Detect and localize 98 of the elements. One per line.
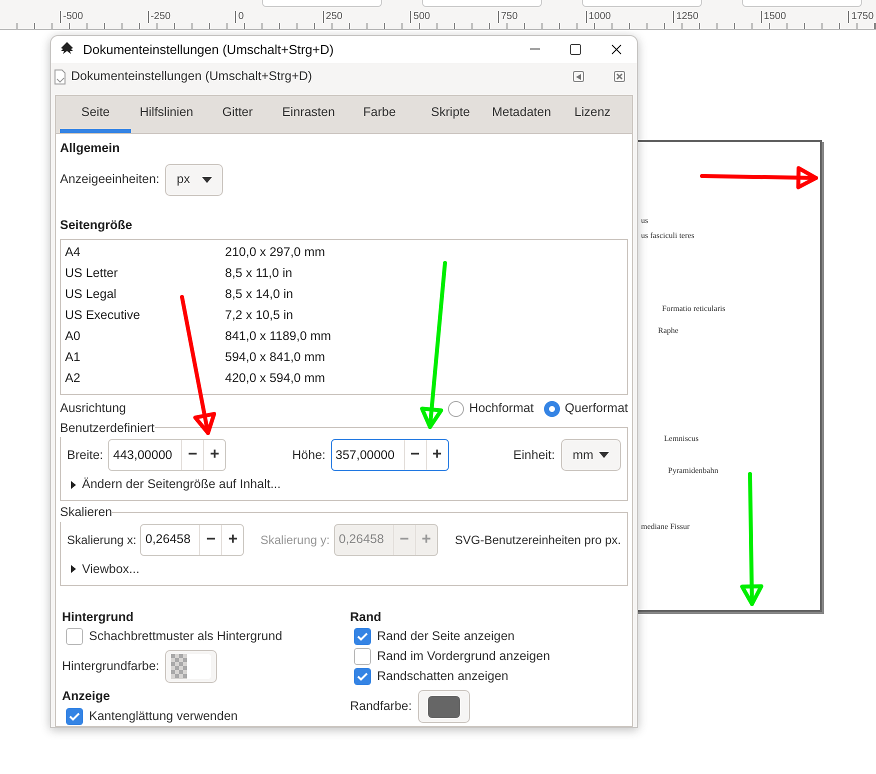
units-dropdown[interactable]: px — [165, 164, 224, 196]
group-legend: Skalieren — [60, 503, 112, 522]
group-legend: Benutzerdefiniert — [60, 418, 155, 438]
page-label: mediane Fissur — [641, 521, 690, 533]
checkmark-icon — [69, 712, 80, 720]
checkbox[interactable] — [354, 648, 371, 665]
radio-label: Querformat — [564, 400, 628, 418]
decrement-button[interactable]: − — [404, 440, 426, 470]
tab[interactable]: Metadaten — [486, 95, 557, 133]
radio-label: Hochformat — [469, 400, 534, 418]
spin-field[interactable]: 0,26458 − + — [140, 524, 244, 556]
list-row[interactable]: A4 210,0 x 297,0 mm — [61, 242, 627, 262]
checkbox-label: Rand im Vordergrund anzeigen — [377, 648, 550, 665]
tab[interactable]: Gitter — [202, 95, 273, 133]
checkbox[interactable] — [66, 628, 83, 645]
page-label: Raphe — [658, 325, 678, 337]
toolbar-field[interactable] — [422, 0, 542, 7]
value-input[interactable]: 0,26458 — [141, 524, 200, 555]
tab[interactable]: Farbe — [344, 95, 415, 133]
toolbar-field[interactable] — [582, 0, 702, 7]
list-row[interactable]: A2 420,0 x 594,0 mm — [61, 368, 627, 388]
checkbox-label: Kantenglättung verwenden — [89, 708, 238, 725]
expander-icon[interactable] — [71, 565, 76, 574]
section-heading: Allgemein — [60, 140, 121, 157]
list-row[interactable]: US Legal 8,5 x 14,0 in — [61, 284, 627, 304]
expander-icon[interactable] — [71, 480, 76, 489]
caret-icon — [599, 452, 610, 458]
checkbox-label: Schachbrettmuster als Hintergrund — [89, 628, 282, 645]
decrement-button[interactable]: − — [181, 440, 204, 470]
ruler-label: 1250 — [673, 11, 698, 23]
color-button[interactable] — [418, 690, 470, 724]
toolbar-field[interactable] — [262, 0, 382, 7]
ruler-label: 1500 — [760, 11, 786, 23]
page-label: Formatio reticularis — [662, 303, 726, 315]
page-label: us — [641, 215, 648, 227]
increment-button[interactable]: + — [203, 440, 226, 470]
checkbox[interactable] — [354, 628, 371, 645]
checkerboard-swatch-icon — [171, 654, 212, 680]
list-row[interactable]: A1 594,0 x 841,0 mm — [61, 346, 627, 368]
field-label: Höhe: — [292, 446, 326, 464]
close-panel-icon[interactable] — [614, 71, 625, 82]
list-row[interactable]: A0 841,0 x 1189,0 mm — [61, 326, 627, 346]
tab[interactable]: Lizenz — [557, 95, 628, 133]
page-label: Pyramidenbahn — [668, 465, 718, 477]
radio-button[interactable] — [448, 400, 464, 416]
tab[interactable]: Hilfslinien — [131, 95, 202, 133]
ruler-label: 750 — [498, 11, 518, 23]
toolbar-field[interactable] — [742, 0, 862, 7]
window-title: Dokumenteinstellungen (Umschalt+Strg+D) — [83, 40, 334, 59]
field-label: Randfarbe: — [350, 698, 412, 716]
value-input[interactable]: 443,00000 — [109, 440, 182, 470]
checkbox[interactable] — [66, 708, 83, 724]
spin-field[interactable]: 443,00000 − + — [108, 439, 226, 472]
ruler-label: -500 — [60, 11, 84, 23]
checkbox[interactable] — [354, 668, 371, 685]
value-input[interactable]: 357,00000 — [332, 440, 404, 470]
orientation-label: Ausrichtung — [60, 400, 128, 418]
caret-icon — [202, 176, 212, 183]
list-row[interactable]: US Executive 7,2 x 10,5 in — [61, 304, 627, 326]
field-label: Hintergrundfarbe: — [62, 658, 160, 676]
panel-title: Dokumenteinstellungen (Umschalt+Strg+D) — [71, 68, 312, 86]
color-button[interactable] — [165, 650, 218, 684]
tab[interactable]: Einrasten — [273, 95, 344, 133]
checkbox-label: Rand der Seite anzeigen — [377, 628, 515, 645]
ruler-label: 1750 — [848, 11, 874, 23]
ruler-label: 250 — [322, 11, 342, 23]
field-label: Skalierung y: — [260, 532, 330, 549]
checkmark-icon — [357, 672, 368, 681]
field-label: Einheit: — [513, 446, 555, 464]
ruler-label: 0 — [235, 11, 244, 23]
dock-icon[interactable] — [573, 71, 584, 82]
checkbox-label: Randschatten anzeigen — [377, 668, 508, 685]
section-heading: Hintergrund — [62, 608, 135, 626]
maximize-icon[interactable] — [569, 42, 582, 56]
unit-dropdown[interactable]: mm — [561, 439, 621, 472]
increment-button[interactable]: + — [426, 440, 448, 470]
ruler-label: 500 — [410, 11, 430, 23]
expander-label[interactable]: Ändern der Seitengröße auf Inhalt... — [82, 475, 281, 494]
tab[interactable]: Skripte — [415, 95, 486, 133]
units-note: SVG-Benutzereinheiten pro px. — [454, 532, 621, 549]
spin-field[interactable]: 357,00000 − + — [330, 439, 448, 472]
field-label: Skalierung x: — [67, 532, 136, 549]
page-label: us fasciculi teres — [641, 230, 694, 242]
section-heading: Seitengröße — [60, 216, 134, 234]
increment-button[interactable]: + — [221, 524, 244, 555]
radio-button[interactable] — [544, 400, 560, 416]
checkmark-icon — [357, 632, 368, 641]
field-label: Anzeigeeinheiten: — [60, 171, 160, 188]
ruler-label: 1000 — [586, 11, 611, 23]
ruler-label: -250 — [148, 11, 171, 23]
expander-label[interactable]: Viewbox... — [82, 560, 140, 578]
decrement-button[interactable]: − — [199, 524, 222, 555]
tab[interactable]: Seite — [60, 95, 131, 133]
field-label: Breite: — [67, 446, 104, 464]
section-heading: Rand — [350, 608, 382, 626]
section-heading: Anzeige — [62, 688, 111, 706]
page-label: Lemniscus — [664, 433, 699, 445]
list-row[interactable]: US Letter 8,5 x 11,0 in — [61, 262, 627, 284]
